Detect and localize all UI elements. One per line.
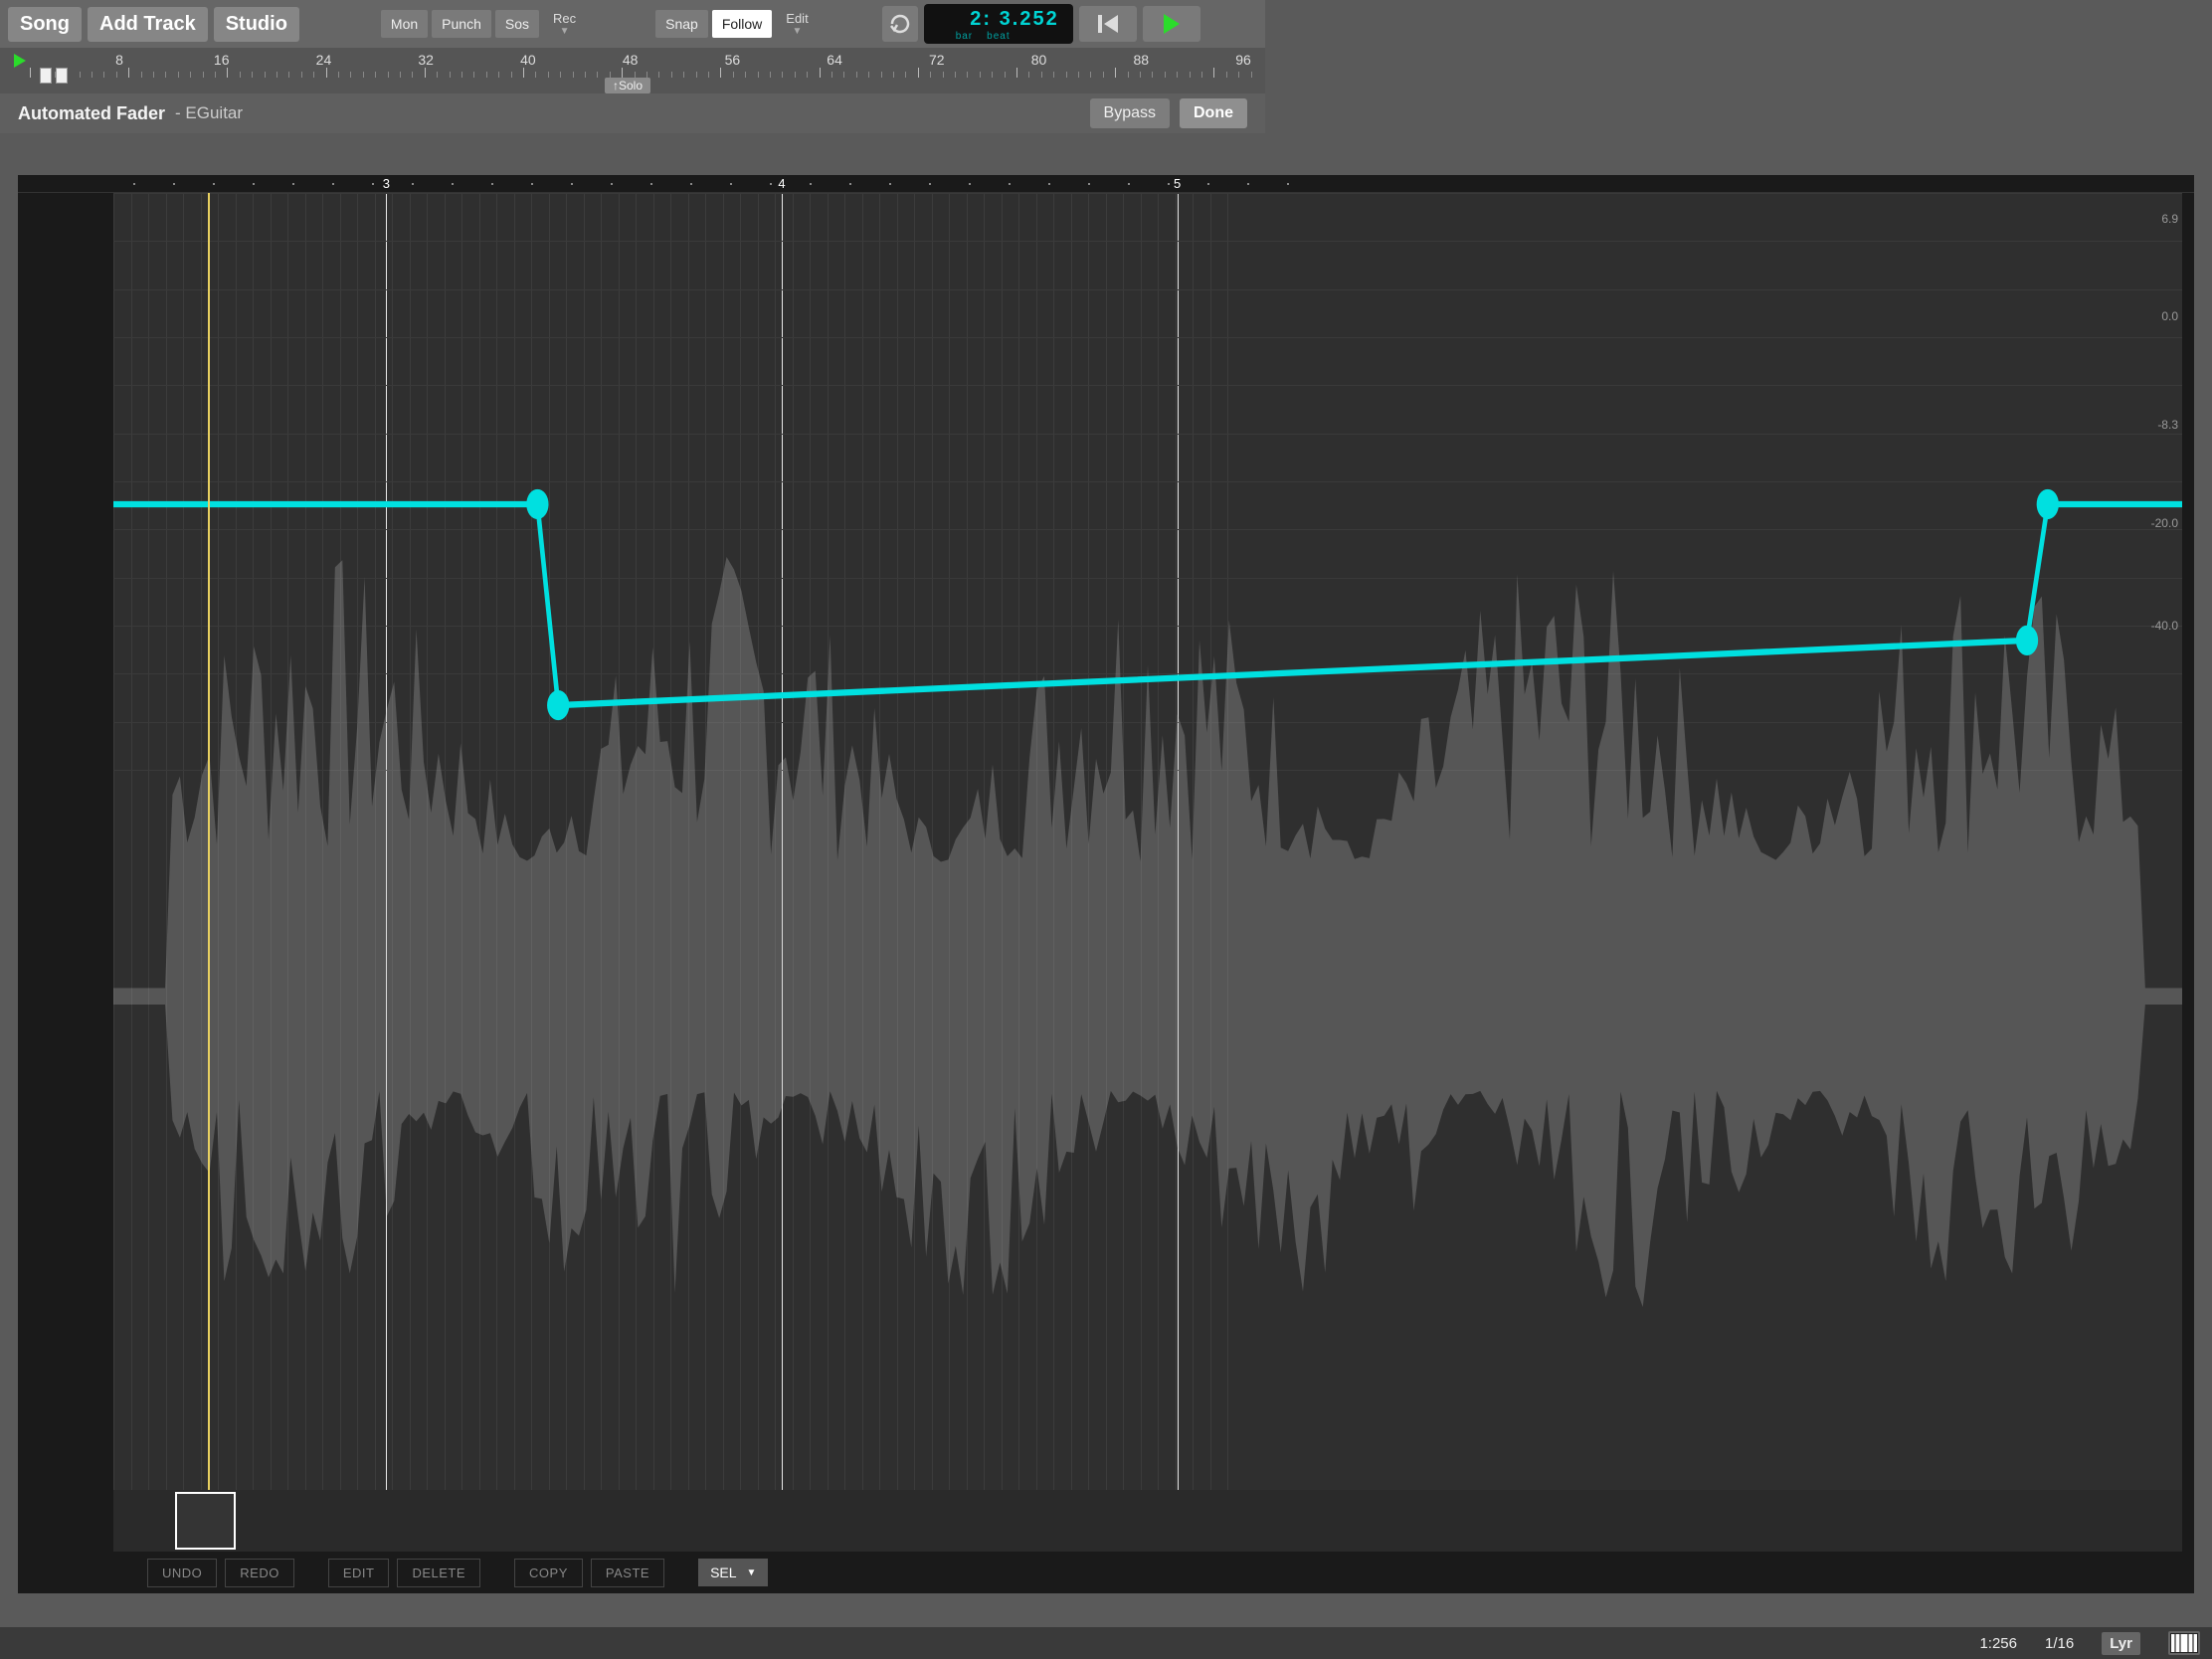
- timeline-ruler[interactable]: 8 16 24 32 40 48 56 64 72 80 88 96 ↑Solo: [0, 48, 1265, 93]
- monitor-button[interactable]: Mon: [381, 10, 428, 38]
- automation-panel-header: Automated Fader - EGuitar Bypass Done: [0, 93, 1265, 133]
- overview-window[interactable]: [175, 1492, 237, 1550]
- chevron-down-icon: ▼: [560, 26, 570, 37]
- automation-node[interactable]: [2016, 626, 2038, 655]
- ruler-number: 48: [623, 52, 639, 68]
- follow-button[interactable]: Follow: [712, 10, 772, 38]
- rec-label: Rec: [553, 11, 576, 26]
- bar-number: 5: [1174, 176, 1181, 191]
- chevron-down-icon: ▼: [747, 1567, 757, 1578]
- lcd-beat-label: beat: [987, 31, 1010, 42]
- rec-dropdown[interactable]: Rec ▼: [545, 11, 584, 37]
- copy-button[interactable]: COPY: [514, 1559, 583, 1587]
- locator-left[interactable]: [40, 68, 52, 84]
- ruler-number: 8: [115, 52, 123, 68]
- ruler-number: 16: [214, 52, 230, 68]
- sel-label: SEL: [710, 1565, 736, 1580]
- play-button[interactable]: [1143, 6, 1200, 42]
- edit-label: Edit: [786, 11, 808, 26]
- ruler-number: 64: [827, 52, 842, 68]
- ruler-number: 24: [316, 52, 332, 68]
- ruler-number: 40: [520, 52, 536, 68]
- bar-number: 3: [383, 176, 390, 191]
- rtz-icon: [1098, 15, 1118, 33]
- automation-node[interactable]: [526, 489, 548, 519]
- editor-gutter: [18, 193, 113, 1552]
- ruler-number: 88: [1133, 52, 1149, 68]
- bypass-button[interactable]: Bypass: [1090, 98, 1170, 128]
- song-button[interactable]: Song: [8, 7, 82, 42]
- ruler-number: 96: [1235, 52, 1251, 68]
- edit-button[interactable]: EDIT: [328, 1559, 390, 1587]
- return-to-zero-button[interactable]: [1079, 6, 1137, 42]
- editor-body: 6.9 0.0 -8.3 -20.0 -40.0: [18, 193, 2194, 1552]
- position-lcd[interactable]: 2: 3.252 bar beat: [924, 4, 1073, 44]
- redo-button[interactable]: REDO: [225, 1559, 294, 1587]
- bar-number: 4: [778, 176, 785, 191]
- automation-editor: 3 4 5 6.9 0.0 -8.3 -20.0 -40.0 UNDO REDO EDIT …: [18, 175, 2194, 1593]
- overview-bar[interactable]: [113, 1490, 2182, 1552]
- add-track-button[interactable]: Add Track: [88, 7, 208, 42]
- edit-dropdown[interactable]: Edit ▼: [778, 11, 816, 37]
- delete-button[interactable]: DELETE: [397, 1559, 480, 1587]
- loop-icon: [888, 12, 912, 36]
- top-toolbar: Song Add Track Studio Mon Punch Sos Rec …: [0, 0, 1265, 48]
- loop-button[interactable]: [882, 6, 918, 42]
- automation-curve[interactable]: [113, 193, 2182, 1490]
- chevron-down-icon: ▼: [793, 26, 803, 37]
- panel-title: Automated Fader: [18, 103, 165, 124]
- selection-mode-dropdown[interactable]: SEL ▼: [698, 1559, 768, 1586]
- ruler-number: 72: [929, 52, 945, 68]
- grid-readout[interactable]: 1/16: [2045, 1635, 2074, 1652]
- record-mode-group: Mon Punch Sos: [381, 10, 539, 38]
- undo-button[interactable]: UNDO: [147, 1559, 217, 1587]
- lyrics-button[interactable]: Lyr: [2102, 1632, 2140, 1655]
- db-label: 0.0: [2161, 309, 2178, 323]
- sos-button[interactable]: Sos: [495, 10, 539, 38]
- solo-tag[interactable]: ↑Solo: [605, 78, 650, 93]
- db-label: -8.3: [2157, 418, 2178, 432]
- paste-button[interactable]: PASTE: [591, 1559, 664, 1587]
- db-label: 6.9: [2161, 212, 2178, 226]
- editor-ruler[interactable]: 3 4 5: [18, 175, 2194, 193]
- snap-button[interactable]: Snap: [655, 10, 708, 38]
- locator-right[interactable]: [56, 68, 68, 84]
- lcd-bar-label: bar: [956, 31, 973, 42]
- keyboard-button[interactable]: [2168, 1631, 2200, 1655]
- automation-node[interactable]: [547, 690, 569, 720]
- db-label: -40.0: [2151, 619, 2178, 633]
- waveform-area[interactable]: 6.9 0.0 -8.3 -20.0 -40.0: [113, 193, 2182, 1552]
- play-icon: [1164, 14, 1180, 34]
- done-button[interactable]: Done: [1180, 98, 1247, 128]
- zoom-readout[interactable]: 1:256: [1979, 1635, 2017, 1652]
- lcd-value: 2: 3.252: [938, 8, 1059, 31]
- piano-icon: [2170, 1633, 2198, 1653]
- ruler-number: 32: [418, 52, 434, 68]
- edit-toolbar: UNDO REDO EDIT DELETE COPY PASTE SEL ▼: [18, 1552, 2194, 1593]
- punch-button[interactable]: Punch: [432, 10, 491, 38]
- status-footer: 1:256 1/16 Lyr: [0, 1627, 2212, 1659]
- studio-button[interactable]: Studio: [214, 7, 299, 42]
- playhead[interactable]: [208, 193, 210, 1490]
- automation-node[interactable]: [2037, 489, 2059, 519]
- panel-subtitle: - EGuitar: [175, 103, 243, 123]
- ruler-number: 56: [725, 52, 741, 68]
- snap-follow-group: Snap Follow: [655, 10, 772, 38]
- db-label: -20.0: [2151, 516, 2178, 530]
- ruler-number: 80: [1031, 52, 1047, 68]
